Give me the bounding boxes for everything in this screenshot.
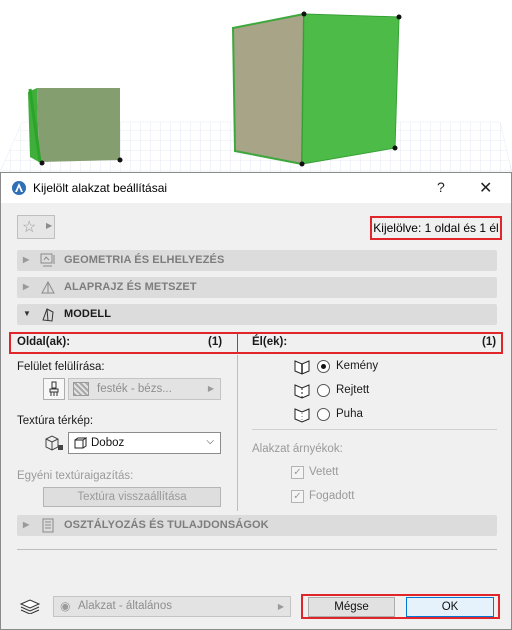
classification-icon [39,517,57,534]
texture-map-select[interactable]: Doboz ⌵ [68,432,221,454]
panel-classification[interactable]: ▶ OSZTÁLYOZÁS ÉS TULAJDONSÁGOK [17,515,497,536]
dialog-title: Kijelölt alakzat beállításai [33,181,168,195]
panel-classification-label: OSZTÁLYOZÁS ÉS TULAJDONSÁGOK [64,519,269,531]
radio-soft[interactable] [317,408,330,421]
expand-arrow-icon: ▶ [23,282,30,291]
reset-texture-button[interactable]: Textúra visszaállítása [43,487,221,507]
edges-separator [252,429,497,430]
panel-geometry-label: GEOMETRIA ÉS ELHELYEZÉS [64,254,225,266]
header-divider [237,333,238,353]
floorplan-section-icon [39,279,57,296]
received-shadow-label: Fogadott [309,490,355,502]
cast-shadow-checkbox[interactable]: ✓ [291,466,304,479]
paint-brush-icon [49,381,59,396]
title-bar: Kijelölt alakzat beállításai ? ✕ [1,173,511,203]
surface-swatch [73,382,89,396]
radio-hidden[interactable] [317,384,330,397]
chevron-right-icon: ▶ [207,384,214,393]
close-button[interactable]: ✕ [479,178,492,198]
faces-header: Oldal(ak): [17,336,71,348]
cancel-button[interactable]: Mégse [308,597,395,617]
shadows-label: Alakzat árnyékok: [252,443,343,455]
edge-option-hidden-label: Rejtett [336,384,370,396]
surface-override-toggle[interactable] [43,378,65,400]
received-shadow-checkbox[interactable]: ✓ [291,490,304,503]
collapse-arrow-icon: ▼ [23,309,31,318]
column-divider [237,355,238,511]
selected-morph-settings-dialog: Kijelölt alakzat beállításai ? ✕ ☆ ▶ Kij… [0,172,512,630]
texture-map-icon [43,433,65,453]
panel-floorplan[interactable]: ▶ ALAPRAJZ ÉS METSZET [17,277,497,298]
cast-shadow-label: Vetett [309,466,339,478]
hard-edge-icon [293,357,311,375]
edge-option-hard-label: Kemény [336,360,379,372]
panel-model-label: MODELL [64,308,112,320]
surface-value: festék - bézs... [97,383,172,395]
expand-arrow-icon: ▶ [23,255,30,264]
layers-icon [19,598,41,615]
box-icon [74,437,88,450]
panel-floorplan-label: ALAPRAJZ ÉS METSZET [64,281,197,293]
custom-texture-label: Egyéni textúraigazítás: [17,470,134,482]
faces-count: (1) [208,336,223,348]
3d-viewport[interactable] [0,0,512,172]
model-icon [39,306,57,323]
chevron-right-icon: ▶ [46,221,53,230]
chevron-right-icon: ▶ [277,602,284,611]
panel-geometry[interactable]: ▶ GEOMETRIA ÉS ELHELYEZÉS [17,250,497,271]
radio-hard[interactable] [317,360,330,373]
geometry-icon [39,252,57,269]
footer-separator [17,549,497,550]
eye-icon: ◉ [60,599,71,613]
surface-select[interactable]: festék - bézs... ▶ [68,378,221,400]
edge-option-soft-label: Puha [336,408,363,420]
star-icon: ☆ [22,219,37,236]
layer-select[interactable]: ◉ Alakzat - általános ▶ [53,596,291,617]
soft-edge-icon [293,405,311,423]
edges-header: Él(ek): [252,336,288,348]
large-cube[interactable] [231,11,402,167]
panel-model[interactable]: ▼ MODELL [17,304,497,325]
surface-override-label: Felület felülírása: [17,361,105,373]
expand-arrow-icon: ▶ [23,520,30,529]
texture-map-value: Doboz [91,437,125,449]
layer-value: Alakzat - általános [78,600,172,612]
help-button[interactable]: ? [437,179,445,195]
chevron-down-icon: ⌵ [206,436,214,447]
small-cube[interactable] [28,88,123,166]
edges-count: (1) [482,336,497,348]
selection-info: Kijelölve: 1 oldal és 1 él [370,216,502,240]
3d-scene-graphic [0,11,512,172]
ok-button[interactable]: OK [406,597,494,617]
texture-map-label: Textúra térkép: [17,415,94,427]
hidden-edge-icon [293,381,311,399]
favorites-button[interactable]: ☆ ▶ [17,215,55,239]
archicad-app-icon [11,180,27,196]
